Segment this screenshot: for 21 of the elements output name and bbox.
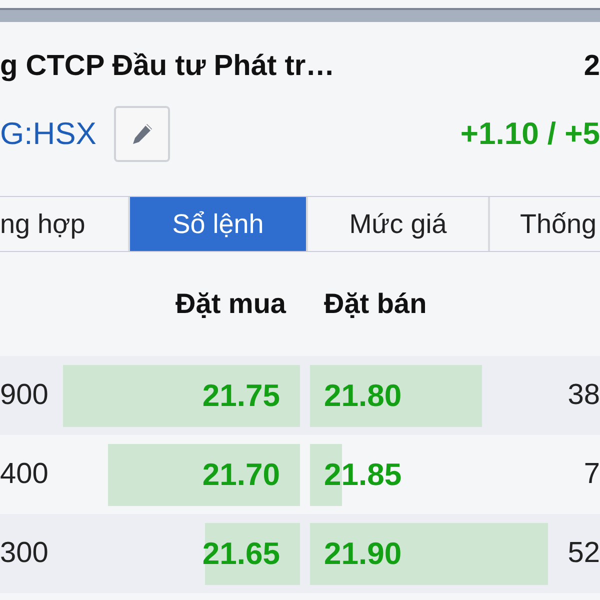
volume-cell-text: 52 — [566, 537, 600, 570]
bid-price: 21.65 — [202, 536, 280, 572]
company-name: g CTCP Đầu tư Phát tr… — [0, 50, 335, 82]
volume-cell: 400 — [0, 458, 46, 491]
ticker-link[interactable]: G:HSX — [0, 116, 96, 152]
tab[interactable]: ng hợp — [0, 197, 130, 251]
volume-cell-text: 38 — [566, 379, 600, 412]
stock-price: 2 — [584, 50, 600, 82]
ask-price: 21.80 — [324, 378, 402, 414]
volume-cell: 900 — [0, 379, 46, 412]
column-header: Đặt bán — [324, 288, 427, 320]
volume-cell-text: 7 — [582, 458, 600, 491]
bid-price: 21.75 — [202, 378, 280, 414]
bid-price: 21.70 — [202, 456, 280, 492]
price-change: +1.10 / +5 — [460, 116, 600, 152]
volume-cell: 300 — [0, 537, 46, 570]
column-header: Đặt mua — [174, 288, 286, 320]
edit-button[interactable] — [114, 106, 170, 162]
tab[interactable]: Sổ lệnh — [130, 197, 308, 251]
ask-price: 21.85 — [324, 456, 402, 492]
ask-price: 21.90 — [324, 536, 402, 572]
